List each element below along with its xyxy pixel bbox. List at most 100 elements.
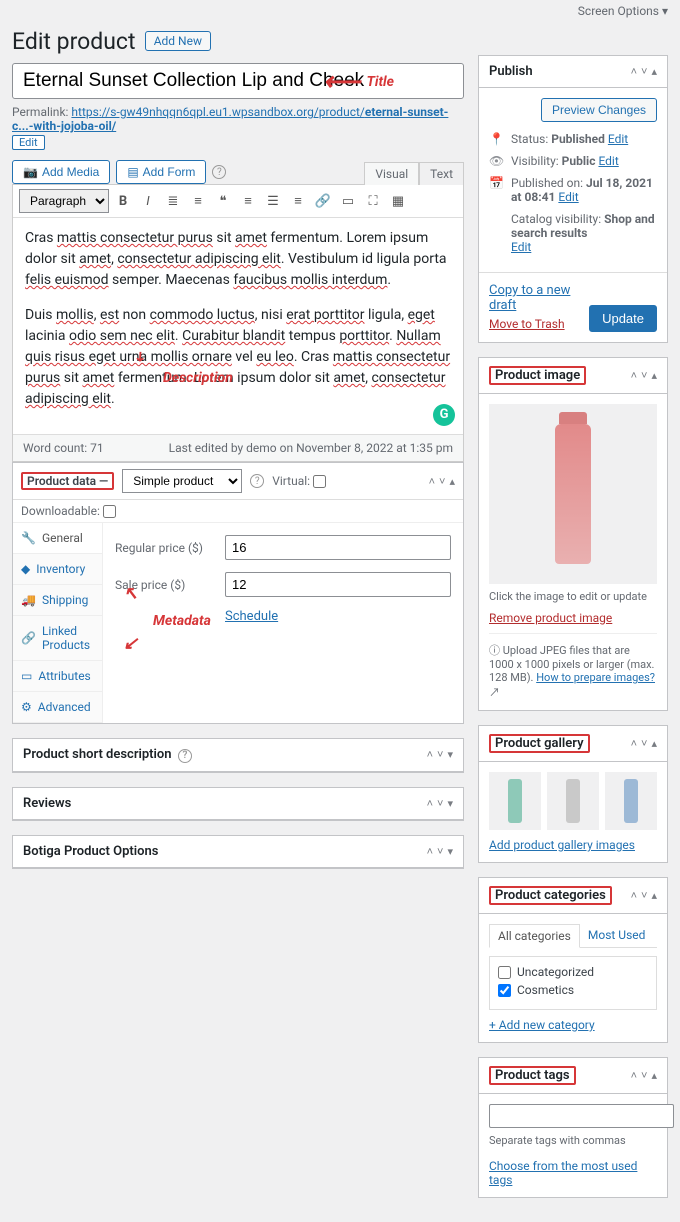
help-icon[interactable]: ? [212, 165, 226, 179]
add-form-button[interactable]: ▤ Add Form [116, 160, 206, 184]
add-new-button[interactable]: Add New [145, 31, 211, 51]
edit-slug-button[interactable]: Edit [12, 135, 45, 150]
help-icon[interactable]: ? [250, 474, 264, 488]
category-cosmetics[interactable]: Cosmetics [498, 983, 648, 997]
more-icon[interactable]: ▭ [337, 190, 359, 212]
tab-shipping[interactable]: 🚚Shipping [13, 585, 102, 616]
edit-catalog-link[interactable]: Edit [511, 240, 531, 254]
gear-icon: ⚙ [21, 700, 32, 714]
content-editor[interactable]: Cras mattis consectetur purus sit amet f… [13, 218, 463, 434]
tab-attributes[interactable]: ▭Attributes [13, 661, 102, 692]
tab-all-categories[interactable]: All categories [489, 924, 580, 948]
bold-icon[interactable]: B [112, 190, 134, 212]
chevron-up-icon[interactable]: ˄ [427, 797, 433, 810]
image-hint: Click the image to edit or update [489, 590, 657, 603]
preview-changes-button[interactable]: Preview Changes [541, 98, 657, 122]
edit-status-link[interactable]: Edit [608, 132, 628, 146]
bullet-list-icon[interactable]: ≣ [162, 190, 184, 212]
align-right-icon[interactable]: ≡ [287, 190, 309, 212]
caret-down-icon[interactable]: ▾ [447, 748, 453, 761]
chevron-down-icon[interactable]: ˅ [641, 737, 647, 750]
caret-down-icon[interactable]: ▾ [447, 845, 453, 858]
caret-down-icon[interactable]: ▾ [447, 797, 453, 810]
annotation-metadata: ↖ Metadata ↙ [153, 613, 211, 629]
tab-most-used[interactable]: Most Used [580, 924, 654, 947]
chevron-down-icon[interactable]: ˅ [641, 369, 647, 382]
short-description-title: Product short description ? [23, 747, 192, 763]
product-image[interactable] [489, 404, 657, 584]
copy-draft-link[interactable]: Copy to a new draft [489, 283, 589, 313]
chevron-up-icon[interactable]: ˄ [631, 369, 637, 382]
annotation-description: ↘ Description [163, 368, 233, 389]
tags-hint: Separate tags with commas [489, 1134, 657, 1147]
chevron-up-icon[interactable]: ˄ [631, 1069, 637, 1082]
caret-up-icon[interactable]: ▴ [651, 1069, 657, 1082]
chevron-down-icon[interactable]: ˅ [437, 797, 443, 810]
truck-icon: 🚚 [21, 593, 36, 607]
calendar-icon: 📅 [489, 176, 503, 190]
add-media-button[interactable]: 📷 Add Media [12, 160, 110, 184]
choose-tags-link[interactable]: Choose from the most used tags [489, 1159, 637, 1187]
align-center-icon[interactable]: ☰ [262, 190, 284, 212]
gallery-thumb[interactable] [605, 772, 657, 830]
move-trash-link[interactable]: Move to Trash [489, 317, 565, 331]
toolbar-toggle-icon[interactable]: ▦ [387, 190, 409, 212]
caret-up-icon[interactable]: ▴ [651, 737, 657, 750]
tab-inventory[interactable]: ◆Inventory [13, 554, 102, 585]
product-title-input[interactable] [12, 63, 464, 99]
tab-general[interactable]: 🔧General [13, 523, 102, 554]
chevron-down-icon[interactable]: ˅ [641, 889, 647, 902]
update-button[interactable]: Update [589, 305, 657, 332]
gallery-thumb[interactable] [547, 772, 599, 830]
chevron-down-icon[interactable]: ˅ [641, 65, 647, 78]
numbered-list-icon[interactable]: ≡ [187, 190, 209, 212]
edit-visibility-link[interactable]: Edit [598, 154, 618, 168]
help-icon[interactable]: ? [178, 749, 192, 763]
gallery-thumb[interactable] [489, 772, 541, 830]
product-data-title: Product data — [21, 472, 114, 490]
italic-icon[interactable]: I [137, 190, 159, 212]
downloadable-checkbox[interactable]: Downloadable: [21, 504, 116, 518]
add-category-link[interactable]: + Add new category [489, 1018, 595, 1032]
chevron-down-icon[interactable]: ˅ [437, 845, 443, 858]
chevron-down-icon[interactable]: ˅ [437, 748, 443, 761]
category-uncategorized[interactable]: Uncategorized [498, 965, 648, 979]
caret-up-icon[interactable]: ▴ [449, 475, 455, 488]
sale-price-input[interactable] [225, 572, 451, 597]
chevron-up-icon[interactable]: ˄ [427, 748, 433, 761]
how-to-link[interactable]: How to prepare images? [536, 671, 655, 684]
product-type-select[interactable]: Simple product [122, 469, 242, 493]
tab-linked-products[interactable]: 🔗Linked Products [13, 616, 102, 661]
permalink-row: Permalink: https://s-gw49nhqqn6qpl.eu1.w… [12, 99, 464, 154]
chevron-up-icon[interactable]: ˄ [631, 889, 637, 902]
publish-title: Publish [489, 64, 533, 79]
regular-price-input[interactable] [225, 535, 451, 560]
remove-image-link[interactable]: Remove product image [489, 611, 612, 625]
fullscreen-icon[interactable]: ⛶ [362, 190, 384, 212]
schedule-link[interactable]: Schedule [225, 609, 278, 624]
screen-options-toggle[interactable]: Screen Options ▾ [578, 4, 668, 18]
link-icon[interactable]: 🔗 [312, 190, 334, 212]
chevron-up-icon[interactable]: ˄ [429, 475, 435, 488]
chevron-down-icon[interactable]: ˅ [641, 1069, 647, 1082]
grammarly-icon[interactable]: G [433, 404, 455, 426]
permalink-link[interactable]: https://s-gw49nhqqn6qpl.eu1.wpsandbox.or… [12, 105, 448, 133]
caret-up-icon[interactable]: ▴ [651, 369, 657, 382]
chevron-up-icon[interactable]: ˄ [631, 65, 637, 78]
caret-up-icon[interactable]: ▴ [651, 889, 657, 902]
align-left-icon[interactable]: ≡ [237, 190, 259, 212]
tab-text[interactable]: Text [419, 162, 464, 185]
add-gallery-link[interactable]: Add product gallery images [489, 838, 635, 852]
chevron-up-icon[interactable]: ˄ [631, 737, 637, 750]
format-select[interactable]: Paragraph [19, 189, 109, 213]
chevron-up-icon[interactable]: ˄ [427, 845, 433, 858]
edit-date-link[interactable]: Edit [558, 190, 578, 204]
form-icon: ▤ [127, 165, 138, 179]
chevron-down-icon[interactable]: ˅ [439, 475, 445, 488]
tab-advanced[interactable]: ⚙Advanced [13, 692, 102, 723]
caret-up-icon[interactable]: ▴ [651, 65, 657, 78]
tags-input[interactable] [489, 1104, 674, 1128]
virtual-checkbox[interactable]: Virtual: [272, 474, 326, 488]
quote-icon[interactable]: ❝ [212, 190, 234, 212]
tab-visual[interactable]: Visual [364, 162, 419, 185]
